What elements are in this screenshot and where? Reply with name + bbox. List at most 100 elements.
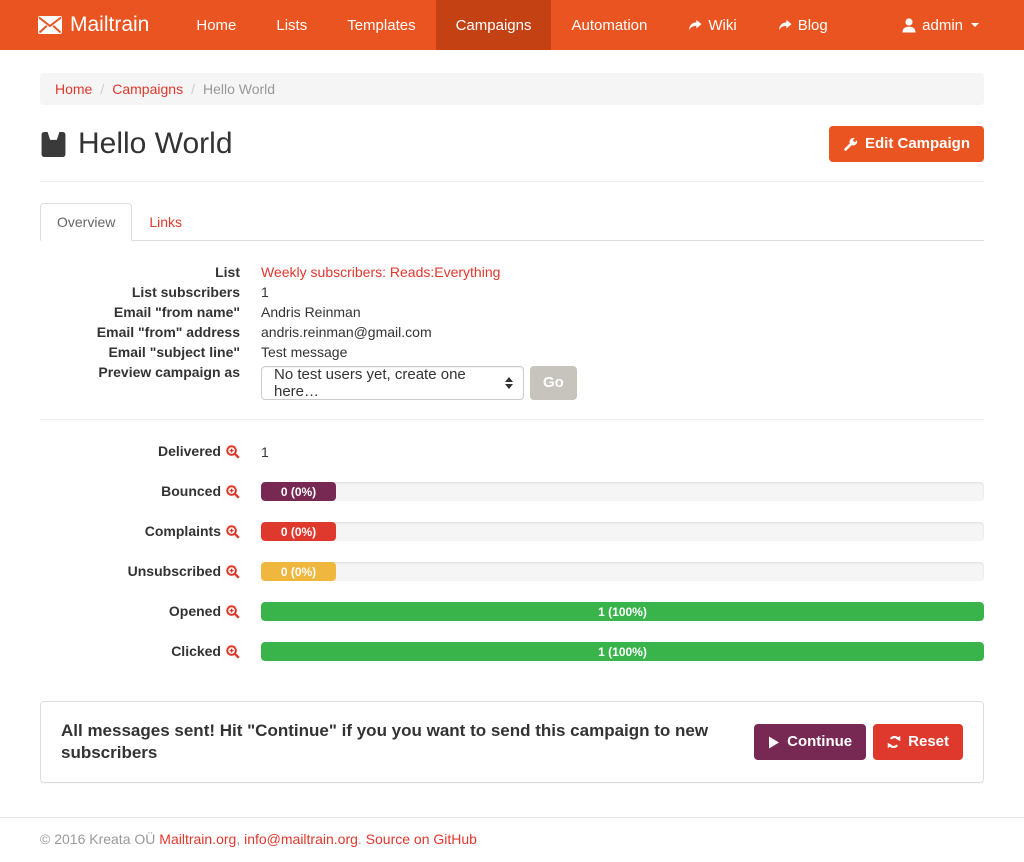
stat-row-opened: Opened 1 (100%) xyxy=(40,602,984,621)
mailtrain-org-link[interactable]: Mailtrain.org xyxy=(159,831,236,847)
nav-item-campaigns[interactable]: Campaigns xyxy=(436,0,552,50)
breadcrumb-home[interactable]: Home xyxy=(55,81,92,97)
stat-label: Bounced xyxy=(161,482,221,501)
select-updown-icon xyxy=(505,377,513,389)
nav-item-wiki-label: Wiki xyxy=(708,17,736,34)
reset-label: Reset xyxy=(908,732,949,752)
progress-bar-bounced: 0 (0%) xyxy=(261,482,336,501)
nav-item-home[interactable]: Home xyxy=(176,0,256,50)
stat-row-clicked: Clicked 1 (100%) xyxy=(40,642,984,661)
progress-bar-clicked: 1 (100%) xyxy=(261,642,984,661)
nav-item-wiki[interactable]: Wiki xyxy=(667,0,756,50)
breadcrumb: Home / Campaigns / Hello World xyxy=(40,73,984,105)
continue-label: Continue xyxy=(787,732,852,752)
edit-campaign-label: Edit Campaign xyxy=(865,134,970,154)
list-link[interactable]: Weekly subscribers: Reads:Everything xyxy=(261,264,500,280)
external-share-icon xyxy=(777,18,792,33)
field-row-list: List Weekly subscribers: Reads:Everythin… xyxy=(40,262,984,282)
zoom-in-icon[interactable] xyxy=(226,645,240,659)
tab-links[interactable]: Links xyxy=(132,203,199,241)
field-value: Test message xyxy=(261,342,347,362)
user-name: admin xyxy=(922,17,963,34)
field-label: Preview campaign as xyxy=(40,362,240,382)
page-title-text: Hello World xyxy=(78,127,233,161)
user-menu[interactable]: admin xyxy=(887,0,994,50)
send-status-panel: All messages sent! Hit "Continue" if you… xyxy=(40,701,984,783)
inbox-icon xyxy=(40,131,67,158)
section-divider xyxy=(40,419,984,420)
field-label: Email "subject line" xyxy=(40,342,240,362)
top-navbar: Mailtrain Home Lists Templates Campaigns… xyxy=(0,0,1024,50)
progress-bar-opened: 1 (100%) xyxy=(261,602,984,621)
field-value: 1 xyxy=(261,282,269,302)
nav-item-templates[interactable]: Templates xyxy=(327,0,435,50)
field-label: List xyxy=(40,262,240,282)
campaign-stats: Delivered 1 Bounced 0 (0%) Complaints xyxy=(40,442,984,661)
progress-bar-unsubscribed: 0 (0%) xyxy=(261,562,336,581)
envelope-icon xyxy=(38,16,62,34)
progress-track: 0 (0%) xyxy=(261,482,984,501)
progress-track: 1 (100%) xyxy=(261,602,984,621)
field-label: List subscribers xyxy=(40,282,240,302)
github-source-link[interactable]: Source on GitHub xyxy=(366,831,477,847)
field-value: Andris Reinman xyxy=(261,302,361,322)
edit-campaign-button[interactable]: Edit Campaign xyxy=(829,126,984,162)
nav-item-lists[interactable]: Lists xyxy=(256,0,327,50)
page-title: Hello World xyxy=(40,127,233,161)
zoom-in-icon[interactable] xyxy=(226,605,240,619)
stat-row-bounced: Bounced 0 (0%) xyxy=(40,482,984,501)
refresh-icon xyxy=(887,735,901,749)
nav-item-blog[interactable]: Blog xyxy=(757,0,848,50)
go-button[interactable]: Go xyxy=(530,366,577,400)
user-icon xyxy=(902,18,916,33)
brand-label: Mailtrain xyxy=(70,13,149,37)
chevron-down-icon xyxy=(971,23,979,27)
preview-user-select-value: No test users yet, create one here… xyxy=(274,366,505,400)
wrench-icon xyxy=(843,137,858,152)
zoom-in-icon[interactable] xyxy=(226,485,240,499)
zoom-in-icon[interactable] xyxy=(226,565,240,579)
field-row-subscribers: List subscribers 1 xyxy=(40,282,984,302)
progress-track: 0 (0%) xyxy=(261,562,984,581)
tab-bar: Overview Links xyxy=(40,203,984,241)
breadcrumb-current: Hello World xyxy=(203,81,275,97)
stat-value: 1 xyxy=(261,444,269,460)
breadcrumb-campaigns[interactable]: Campaigns xyxy=(112,81,183,97)
zoom-in-icon[interactable] xyxy=(226,445,240,459)
copyright-text: © 2016 Kreata OÜ xyxy=(40,831,155,847)
stat-label: Complaints xyxy=(145,522,221,541)
zoom-in-icon[interactable] xyxy=(226,525,240,539)
breadcrumb-separator: / xyxy=(191,81,195,97)
nav-item-blog-label: Blog xyxy=(798,17,828,34)
stat-label: Clicked xyxy=(171,642,221,661)
field-label: Email "from name" xyxy=(40,302,240,322)
preview-user-select[interactable]: No test users yet, create one here… xyxy=(261,366,524,400)
progress-track: 1 (100%) xyxy=(261,642,984,661)
send-status-message: All messages sent! Hit "Continue" if you… xyxy=(61,720,751,764)
external-share-icon xyxy=(687,18,702,33)
stat-row-complaints: Complaints 0 (0%) xyxy=(40,522,984,541)
breadcrumb-separator: / xyxy=(100,81,104,97)
stat-label: Delivered xyxy=(158,442,221,461)
field-value: andris.reinman@gmail.com xyxy=(261,322,432,342)
stat-label: Unsubscribed xyxy=(128,562,221,581)
contact-email-link[interactable]: info@mailtrain.org xyxy=(244,831,358,847)
field-label: Email "from" address xyxy=(40,322,240,342)
main-nav: Home Lists Templates Campaigns Automatio… xyxy=(176,0,847,50)
brand-logo[interactable]: Mailtrain xyxy=(0,0,164,50)
page-footer: © 2016 Kreata OÜ Mailtrain.org, info@mai… xyxy=(0,817,1024,860)
play-icon xyxy=(768,736,780,749)
tab-overview[interactable]: Overview xyxy=(40,203,132,241)
header-divider xyxy=(40,181,984,182)
nav-item-automation[interactable]: Automation xyxy=(551,0,667,50)
stat-row-delivered: Delivered 1 xyxy=(40,442,984,461)
stat-label: Opened xyxy=(169,602,221,621)
reset-button[interactable]: Reset xyxy=(873,724,963,760)
field-row-preview: Preview campaign as No test users yet, c… xyxy=(40,362,984,400)
progress-track: 0 (0%) xyxy=(261,522,984,541)
field-row-from-name: Email "from name" Andris Reinman xyxy=(40,302,984,322)
stat-row-unsubscribed: Unsubscribed 0 (0%) xyxy=(40,562,984,581)
continue-button[interactable]: Continue xyxy=(754,724,866,760)
field-row-from-address: Email "from" address andris.reinman@gmai… xyxy=(40,322,984,342)
progress-bar-complaints: 0 (0%) xyxy=(261,522,336,541)
